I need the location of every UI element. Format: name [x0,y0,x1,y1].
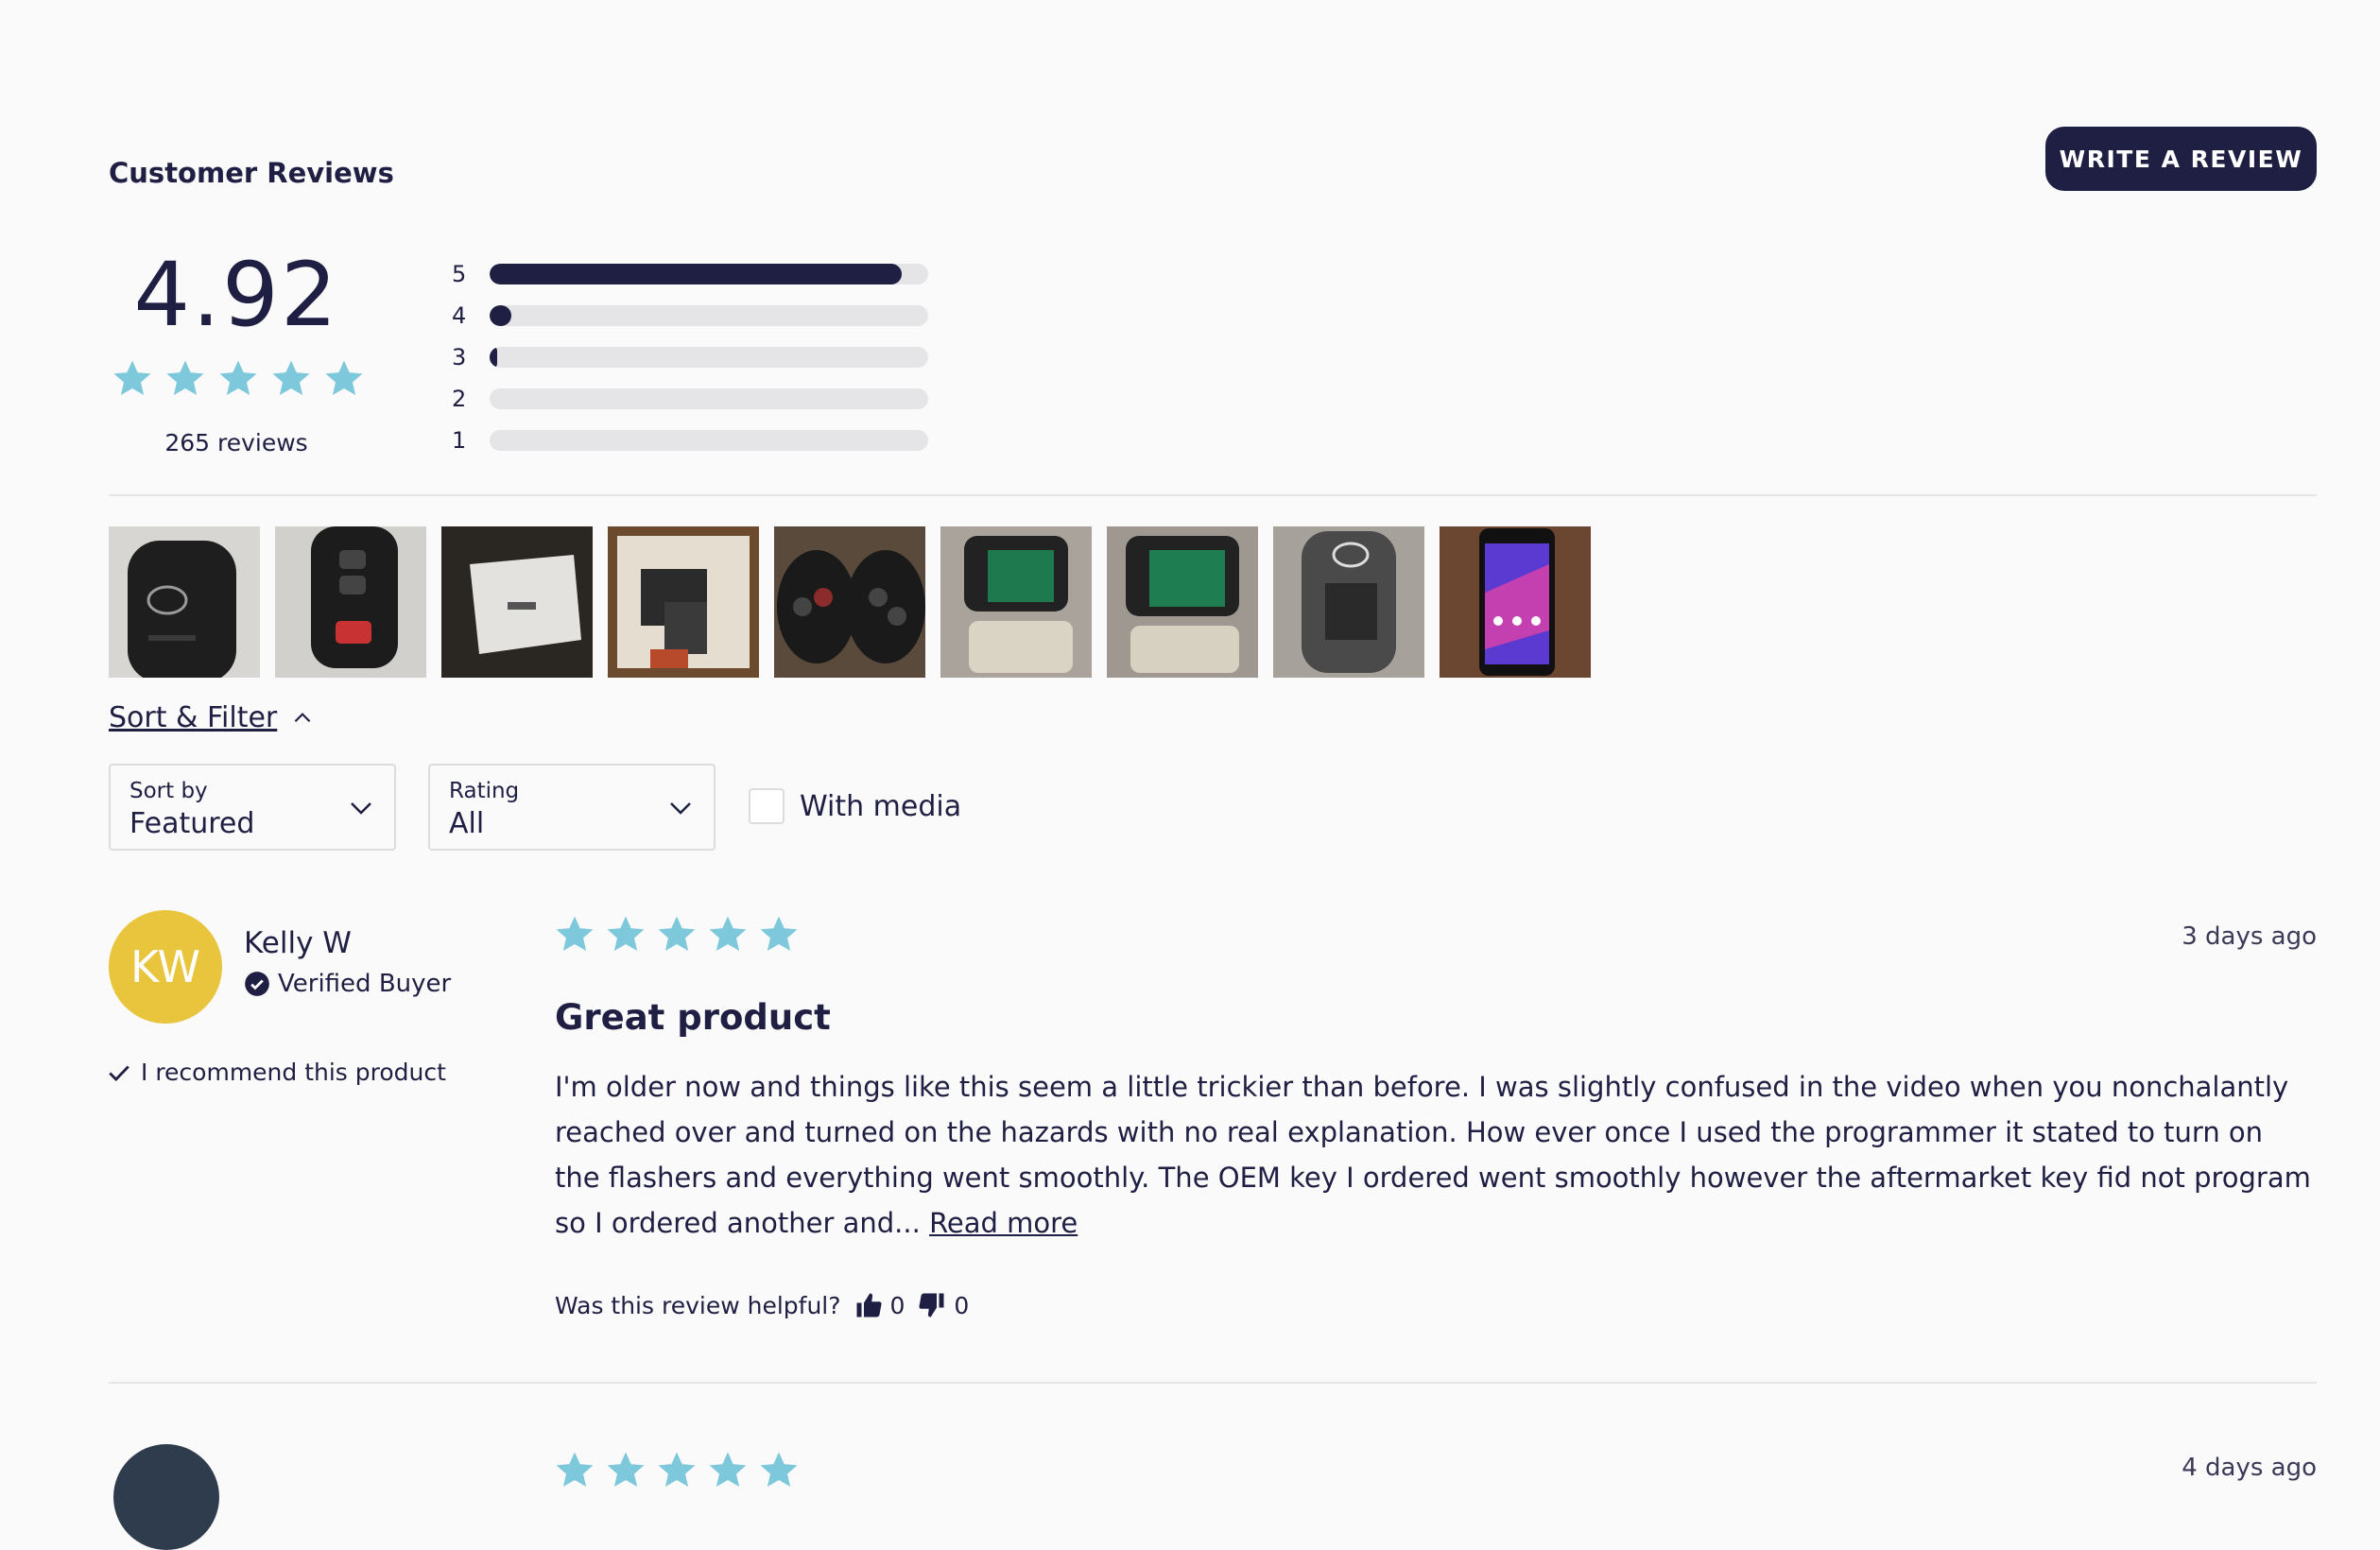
thumbs-up-button[interactable]: 0 [854,1291,905,1319]
media-thumbnail[interactable] [441,526,593,678]
helpful-row: Was this review helpful? 0 0 [555,1291,969,1319]
chevron-down-icon [351,802,371,815]
media-thumbnail[interactable] [1107,526,1258,678]
star-icon [604,913,647,956]
rating-bar-row[interactable]: 2 [452,386,928,412]
media-thumbnail[interactable] [774,526,925,678]
media-thumbnail[interactable] [1440,526,1591,678]
rating-bar-row[interactable]: 3 [452,344,928,370]
rating-bar-fill [490,305,512,326]
rating-bar-row[interactable]: 5 [452,261,928,287]
media-thumbnail[interactable] [940,526,1092,678]
chevron-up-icon [294,712,311,722]
rating-filter-label: Rating [449,779,520,803]
write-review-button[interactable]: WRITE A REVIEW [2045,127,2317,191]
star-icon [216,357,260,401]
average-stars [111,357,366,401]
thumbs-down-icon [919,1293,944,1318]
review-body: I'm older now and things like this seem … [555,1064,2313,1246]
helpful-yes-count: 0 [889,1291,905,1319]
divider [109,1382,2317,1384]
rating-bar-fill [490,347,497,368]
media-thumbnail[interactable] [275,526,426,678]
recommend-label: I recommend this product [141,1059,446,1086]
sort-by-value: Featured [129,807,255,840]
sort-by-label: Sort by [129,779,208,803]
rating-bar-fill [490,264,903,284]
review-stars [553,1449,801,1492]
star-icon [655,1449,698,1492]
sort-by-select[interactable]: Sort by Featured [109,764,396,851]
verified-label: Verified Buyer [278,970,452,998]
star-icon [655,913,698,956]
thumbs-up-icon [856,1293,882,1318]
thumbs-down-button[interactable]: 0 [918,1291,969,1319]
sort-filter-label: Sort & Filter [109,701,278,734]
star-icon [757,913,801,956]
helpful-label: Was this review helpful? [555,1291,841,1319]
review-count: 265 reviews [164,429,308,456]
review-text: I'm older now and things like this seem … [555,1071,2311,1239]
star-icon [706,1449,750,1492]
avatar: KW [109,910,222,1024]
star-icon [322,357,366,401]
media-thumbnail[interactable] [608,526,759,678]
review-stars [553,913,801,956]
read-more-link[interactable]: Read more [929,1207,1078,1239]
star-icon [757,1449,801,1492]
helpful-no-count: 0 [954,1291,970,1319]
page-title: Customer Reviews [109,157,394,189]
rating-filter-value: All [449,807,485,840]
verified-badge: Verified Buyer [244,970,451,998]
rating-bar-label: 5 [452,261,467,287]
review-date: 4 days ago [2182,1454,2317,1482]
review-title: Great product [555,997,831,1038]
verified-check-icon [245,972,269,996]
with-media-checkbox[interactable] [749,788,785,824]
rating-bar-track [490,388,928,409]
star-icon [553,1449,596,1492]
rating-bar-row[interactable]: 4 [452,302,928,329]
rating-bar-label: 4 [452,302,467,329]
sort-filter-toggle[interactable]: Sort & Filter [109,701,315,734]
star-icon [604,1449,647,1492]
rating-bar-label: 2 [452,386,467,412]
recommend-note: I recommend this product [107,1059,446,1086]
media-thumbnail[interactable] [1273,526,1424,678]
reviewer-name: Kelly W [244,926,352,960]
rating-bar-label: 3 [452,344,467,370]
rating-bar-track [490,430,928,451]
star-icon [111,357,154,401]
media-thumbnail[interactable] [109,526,260,678]
with-media-label[interactable]: With media [800,790,961,823]
star-icon [269,357,313,401]
rating-bar-row[interactable]: 1 [452,427,928,454]
rating-bar-track [490,347,928,368]
rating-bar-track [490,305,928,326]
star-icon [164,357,207,401]
star-icon [706,913,750,956]
chevron-down-icon [670,802,691,815]
checkmark-icon [109,1065,129,1081]
avatar [113,1444,219,1550]
average-rating: 4.92 [133,244,339,347]
rating-bar-track [490,264,928,284]
review-date: 3 days ago [2182,922,2317,951]
rating-select[interactable]: Rating All [428,764,716,851]
star-icon [553,913,596,956]
divider [109,494,2317,496]
rating-bar-label: 1 [452,427,467,454]
